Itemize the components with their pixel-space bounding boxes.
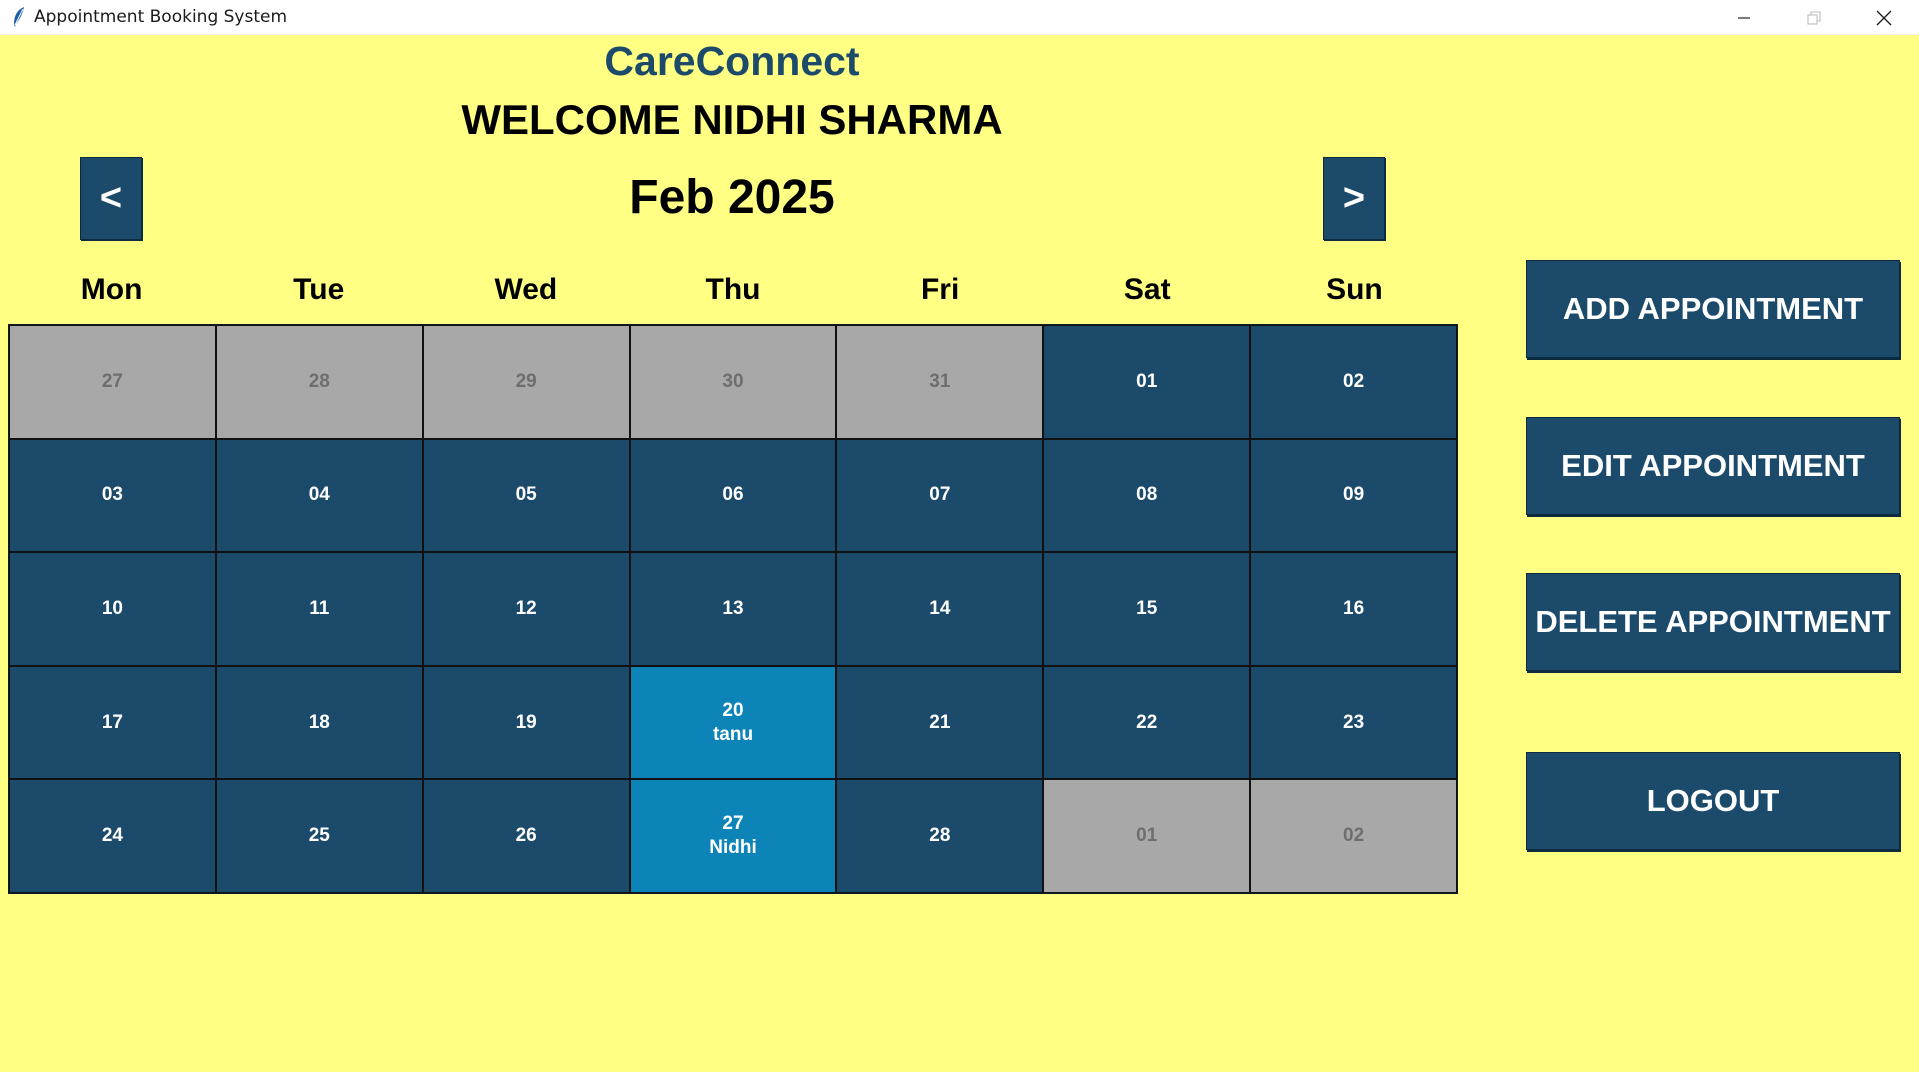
day-number: 18 <box>308 711 330 733</box>
day-number: 07 <box>929 484 951 506</box>
calendar-day-cell[interactable]: 11 <box>215 552 423 666</box>
calendar-day-cell[interactable]: 02 <box>1250 779 1457 893</box>
calendar-day-cell[interactable]: 16 <box>1250 552 1457 666</box>
weekday-label: Mon <box>80 273 143 306</box>
calendar-day-cell[interactable]: 02 <box>1250 325 1457 439</box>
day-number: 17 <box>101 711 123 733</box>
next-month-button[interactable]: > <box>1323 157 1385 240</box>
add-appointment-button[interactable]: ADD APPOINTMENT <box>1526 260 1900 358</box>
calendar-day-cell[interactable]: 06 <box>629 438 837 553</box>
day-number: 06 <box>722 484 744 506</box>
day-number: 15 <box>1136 597 1158 619</box>
calendar-day-cell[interactable]: 01 <box>1043 325 1251 439</box>
day-number: 04 <box>308 484 330 506</box>
day-number: 14 <box>929 597 951 619</box>
weekday-label: Sun <box>1326 273 1383 306</box>
calendar-day-cell[interactable]: 27 Nidhi <box>629 779 837 893</box>
day-number: 08 <box>1136 484 1158 506</box>
calendar-day-cell[interactable]: 31 <box>836 325 1044 439</box>
calendar-day-cell[interactable]: 04 <box>215 438 423 553</box>
close-icon[interactable] <box>1849 0 1919 35</box>
calendar-day-cell[interactable]: 05 <box>422 438 630 553</box>
weekday-header: Mon Tue Wed Thu Fri Sat Sun <box>8 273 1458 307</box>
calendar-day-cell[interactable]: 25 <box>215 779 423 893</box>
window-title: Appointment Booking System <box>34 7 288 27</box>
calendar-day-cell[interactable]: 27 <box>9 325 216 439</box>
calendar-day-cell[interactable]: 29 <box>422 325 630 439</box>
weekday-label: Fri <box>920 273 960 306</box>
day-number: 30 <box>722 370 744 392</box>
day-number: 22 <box>1136 711 1158 733</box>
calendar-day-cell[interactable]: 10 <box>9 552 216 666</box>
calendar-day-cell[interactable]: 30 <box>629 325 837 439</box>
window-titlebar: Appointment Booking System <box>0 0 1919 35</box>
edit-appointment-button[interactable]: EDIT APPOINTMENT <box>1526 417 1900 515</box>
calendar-day-cell[interactable]: 03 <box>9 438 216 553</box>
day-number: 01 <box>1136 370 1158 392</box>
day-number: 21 <box>929 711 951 733</box>
maximize-icon[interactable] <box>1779 0 1849 35</box>
weekday-label: Wed <box>494 273 558 306</box>
calendar-day-cell[interactable]: 21 <box>836 665 1044 780</box>
appointment-name: Nidhi <box>709 837 757 859</box>
day-number: 01 <box>1136 825 1158 847</box>
calendar-day-cell[interactable]: 12 <box>422 552 630 666</box>
day-number: 12 <box>515 597 537 619</box>
brand-title: CareConnect <box>604 38 860 84</box>
day-number: 11 <box>309 597 330 619</box>
calendar-day-cell[interactable]: 17 <box>9 665 216 780</box>
month-label: Feb 2025 <box>629 171 835 224</box>
calendar-day-cell[interactable]: 15 <box>1043 552 1251 666</box>
day-number: 09 <box>1343 484 1365 506</box>
calendar-day-cell[interactable]: 14 <box>836 552 1044 666</box>
delete-appointment-button[interactable]: DELETE APPOINTMENT <box>1526 573 1900 671</box>
logout-button[interactable]: LOGOUT <box>1526 752 1900 850</box>
calendar-day-cell[interactable]: 22 <box>1043 665 1251 780</box>
minimize-icon[interactable] <box>1709 0 1779 35</box>
day-number: 03 <box>101 484 123 506</box>
day-number: 23 <box>1343 711 1365 733</box>
day-number: 02 <box>1343 825 1365 847</box>
day-number: 24 <box>101 825 123 847</box>
day-number: 13 <box>722 597 744 619</box>
calendar-day-cell[interactable]: 01 <box>1043 779 1251 893</box>
day-number: 10 <box>101 597 123 619</box>
day-number: 27 <box>722 813 744 835</box>
day-number: 20 <box>722 699 744 721</box>
day-number: 29 <box>515 370 537 392</box>
calendar-day-cell[interactable]: 18 <box>215 665 423 780</box>
day-number: 31 <box>929 370 951 392</box>
calendar-grid: 27 28 29 30 31 01 02 03 04 05 06 07 08 09 10 11 12 13 14 15… <box>8 324 1458 894</box>
calendar-day-cell[interactable]: 28 <box>836 779 1044 893</box>
calendar-day-cell[interactable]: 26 <box>422 779 630 893</box>
day-number: 05 <box>515 484 537 506</box>
feather-icon <box>4 0 34 35</box>
day-number: 02 <box>1343 370 1365 392</box>
calendar-day-cell[interactable]: 13 <box>629 552 837 666</box>
calendar-day-cell[interactable]: 23 <box>1250 665 1457 780</box>
weekday-label: Thu <box>705 273 761 306</box>
day-number: 19 <box>515 711 537 733</box>
calendar-day-cell[interactable]: 19 <box>422 665 630 780</box>
calendar-day-cell[interactable]: 07 <box>836 438 1044 553</box>
day-number: 25 <box>308 825 330 847</box>
calendar-day-cell[interactable]: 24 <box>9 779 216 893</box>
day-number: 28 <box>929 825 951 847</box>
weekday-label: Tue <box>293 273 345 306</box>
day-number: 28 <box>308 370 330 392</box>
calendar-day-cell[interactable]: 28 <box>215 325 423 439</box>
weekday-label: Sat <box>1123 273 1171 306</box>
calendar-day-cell[interactable]: 08 <box>1043 438 1251 553</box>
day-number: 16 <box>1343 597 1365 619</box>
day-number: 26 <box>515 825 537 847</box>
day-number: 27 <box>101 370 123 392</box>
welcome-message: WELCOME NIDHI SHARMA <box>461 96 1003 143</box>
calendar-day-cell[interactable]: 20 tanu <box>629 665 837 780</box>
appointment-name: tanu <box>712 723 754 745</box>
calendar-day-cell[interactable]: 09 <box>1250 438 1457 553</box>
